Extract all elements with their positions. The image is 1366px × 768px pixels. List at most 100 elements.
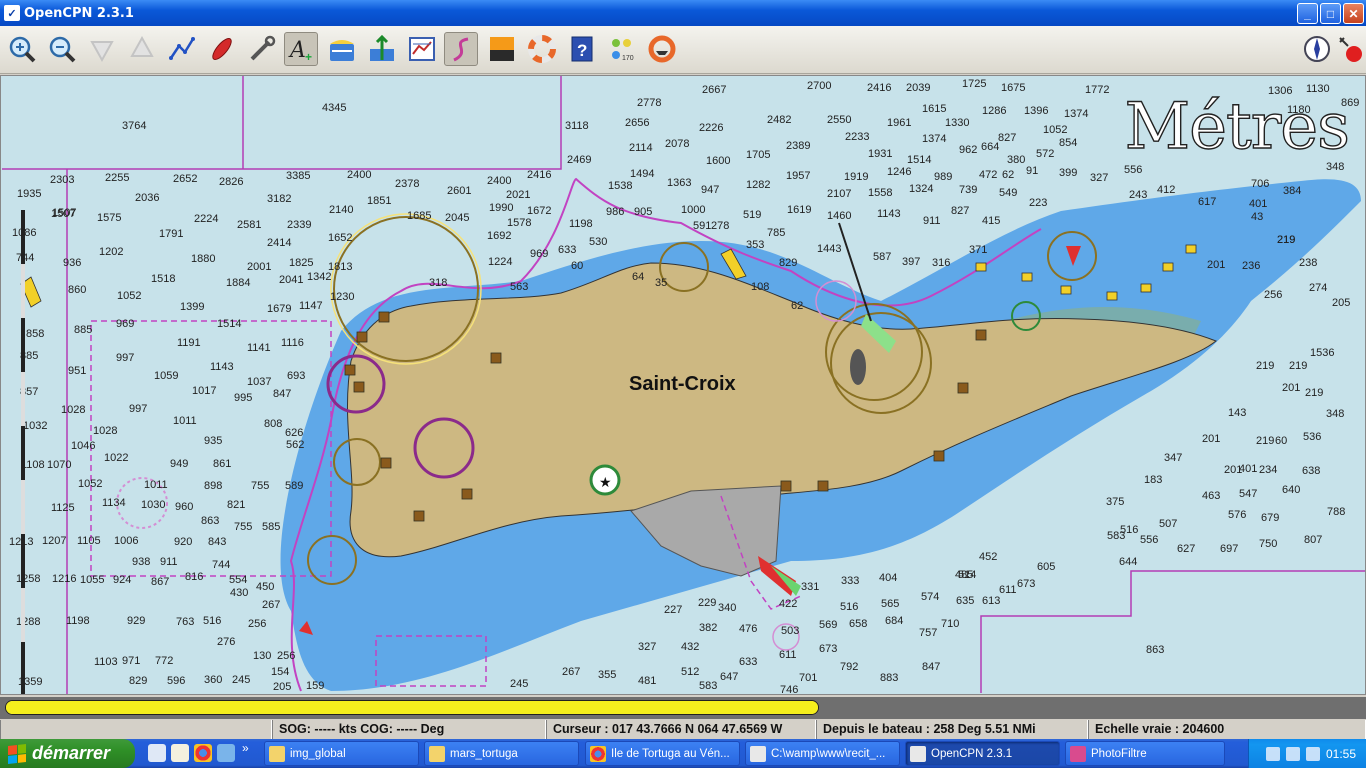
close-button[interactable]: ✕ (1343, 3, 1364, 24)
depth-sounding: 331 (801, 581, 820, 593)
depth-sounding: 658 (849, 618, 868, 630)
depth-sounding: 2581 (237, 219, 262, 231)
track-button[interactable] (645, 32, 679, 66)
zoom-out-button[interactable] (45, 32, 79, 66)
more-quicklaunch-icon[interactable]: » (242, 741, 254, 759)
depth-sounding: 91 (1026, 165, 1039, 177)
island-name-label: Saint-Croix (629, 373, 736, 395)
depth-sounding: 245 (232, 674, 251, 686)
volume-icon[interactable] (1265, 746, 1280, 761)
depth-sounding: 463 (1202, 490, 1221, 502)
depth-sounding: 989 (934, 171, 953, 183)
depth-sounding: 2001 (247, 261, 272, 273)
depth-sounding: 2667 (702, 84, 727, 96)
scale-in-button[interactable] (85, 32, 119, 66)
scale-in-icon (90, 41, 114, 63)
minimize-button[interactable]: _ (1297, 3, 1318, 24)
depth-sounding: 1191 (177, 337, 201, 349)
zoom-in-button[interactable] (5, 32, 39, 66)
system-tray: 01:55 (1248, 739, 1366, 768)
depth-sounding: 576 (1228, 509, 1247, 521)
task-photofiltre[interactable]: PhotoFiltre (1065, 741, 1225, 766)
color-scheme-button[interactable] (485, 32, 519, 66)
gps-status-button[interactable] (1334, 32, 1366, 66)
compass-button[interactable] (1300, 32, 1334, 66)
depth-sounding: 673 (1017, 578, 1036, 590)
depth-sounding: 1030 (141, 499, 166, 511)
depth-sounding: 808 (264, 418, 283, 430)
depth-sounding: 1006 (114, 535, 139, 547)
current-icon (330, 40, 354, 61)
start-button[interactable]: démarrer (0, 739, 135, 768)
depth-sounding: 267 (262, 599, 281, 611)
depth-sounding: 516 (203, 615, 222, 627)
explorer-icon[interactable] (217, 744, 235, 762)
main-toolbar: A + ? 170 (0, 26, 1366, 74)
depth-sounding: 415 (982, 215, 1001, 227)
tide-button[interactable] (365, 32, 399, 66)
task-mars-tortuga[interactable]: mars_tortuga (424, 741, 579, 766)
depth-sounding: 450 (256, 581, 275, 593)
settings-button[interactable] (245, 32, 279, 66)
task-notepad-recit[interactable]: C:\wamp\www\recit_... (745, 741, 900, 766)
depth-sounding: 256 (277, 650, 296, 662)
nautical-chart-canvas[interactable]: ★ Saint-Croix Métres 4345 3764 2778 2667… (0, 75, 1366, 695)
depth-sounding: 430 (230, 587, 249, 599)
network-icon[interactable] (1285, 746, 1300, 761)
depth-sounding: 587 (873, 251, 892, 263)
depth-sounding: 664 (981, 141, 1000, 153)
depth-sounding: 936 (63, 257, 82, 269)
notepad-icon[interactable] (171, 744, 189, 762)
depth-sounding: 1825 (289, 257, 314, 269)
status-bar: SOG: ----- kts COG: ----- Deg Curseur : … (0, 720, 1366, 739)
task-img-global[interactable]: img_global (264, 741, 419, 766)
depth-sounding: 644 (1119, 556, 1138, 568)
task-opencpn[interactable]: OpenCPN 2.3.1 (905, 741, 1060, 766)
depth-sounding: 867 (151, 576, 170, 588)
depth-sounding: 969 (530, 248, 549, 260)
track-toggle-button[interactable] (444, 32, 478, 66)
depth-sounding: 1070 (47, 459, 72, 471)
depth-sounding: 397 (902, 256, 921, 268)
compass-icon (1304, 36, 1330, 62)
depth-sounding: 744 (212, 559, 231, 571)
route-manager-button[interactable] (405, 32, 439, 66)
depth-sounding: 1198 (66, 615, 90, 627)
help-button[interactable]: ? (565, 32, 599, 66)
depth-sounding: 1017 (192, 385, 217, 397)
depth-sounding: 371 (969, 244, 988, 256)
window-title-bar[interactable]: ✓ OpenCPN 2.3.1 _ □ ✕ (0, 0, 1366, 26)
depth-sounding: 1725 (962, 78, 987, 90)
scale-out-button[interactable] (125, 32, 159, 66)
depth-sounding: 1000 (681, 204, 706, 216)
depth-sounding: 43 (1251, 211, 1264, 223)
depth-sounding: 219 (1256, 360, 1275, 372)
auto-follow-button[interactable] (205, 32, 239, 66)
depth-sounding: 1813 (328, 261, 353, 273)
show-desktop-icon[interactable] (148, 744, 166, 762)
depth-sounding: 1514 (907, 154, 932, 166)
maximize-button[interactable]: □ (1320, 3, 1341, 24)
ais-button[interactable]: 170 (605, 32, 639, 66)
depth-sounding: 4345 (322, 102, 347, 114)
depth-sounding: 1022 (104, 452, 129, 464)
text-button[interactable]: A + (284, 32, 318, 66)
depth-sounding: 569 (819, 619, 838, 631)
route-button[interactable] (165, 32, 199, 66)
depth-sounding: 143 (1228, 407, 1247, 419)
chrome-icon[interactable] (194, 744, 212, 762)
depth-sounding: 1692 (487, 230, 512, 242)
depth-sounding: 1399 (180, 301, 205, 313)
current-button[interactable] (325, 32, 359, 66)
depth-sounding: 640 (1282, 484, 1301, 496)
depth-sounding: 1374 (1064, 108, 1089, 120)
depth-sounding: 1494 (630, 168, 655, 180)
depth-sounding: 327 (1090, 172, 1109, 184)
depth-sounding: 750 (1259, 538, 1278, 550)
task-chrome-tortuga[interactable]: Ile de Tortuga au Vén... (585, 741, 740, 766)
status-cursor: Curseur : 017 43.7666 N 064 47.6569 W (546, 720, 816, 739)
depth-sounding: 64 (632, 271, 645, 283)
monitor-icon[interactable] (1305, 746, 1320, 761)
depth-sounding: 422 (779, 598, 798, 610)
mob-button[interactable] (525, 32, 559, 66)
